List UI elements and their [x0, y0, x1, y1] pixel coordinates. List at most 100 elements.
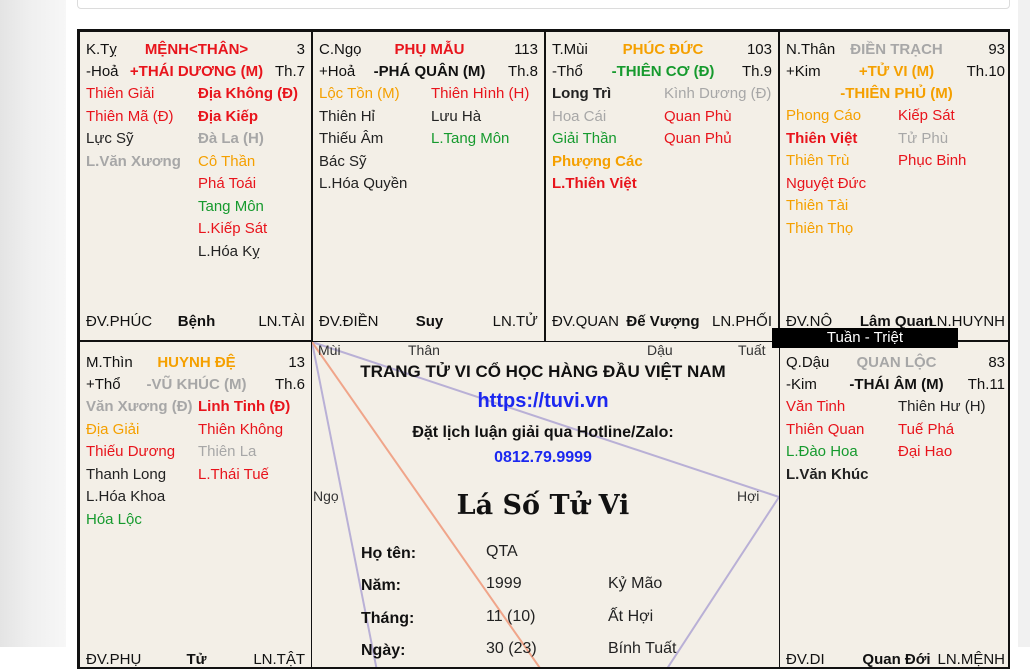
star-item: Quan Phù	[664, 107, 732, 125]
star-item: Long Trì	[552, 85, 612, 102]
star-item: Hoa Cái	[552, 107, 607, 125]
star-item: Phá Toái	[198, 175, 257, 192]
palace-number: 113	[514, 41, 538, 58]
star-item: L.Văn Khúc	[786, 465, 869, 483]
star-item: L.Thiên Việt	[552, 175, 637, 192]
tu-vi-chart: Mùi Thân Dậu Tuất Ngọ Hợi TRANG TỬ VI CỔ…	[77, 29, 1010, 669]
star-item: Địa Không (Đ)	[198, 85, 298, 102]
star-item: Đại Hao	[898, 443, 953, 460]
field-label: Năm:	[361, 577, 402, 594]
star-item: L.Kiếp Sát	[198, 220, 268, 237]
palace-name: ĐIỀN TRẠCH	[850, 41, 943, 58]
star-item: Thiên Trù	[786, 152, 850, 169]
star-item: Kiếp Sát	[898, 107, 955, 124]
luu-nien-label: LN.TỬ	[492, 313, 538, 330]
star-item: Tang Môn	[198, 197, 264, 215]
luu-nien-label: LN.TẬT	[253, 651, 305, 668]
star-item: Lực Sỹ	[86, 130, 134, 147]
star-item: Lộc Tồn (M)	[319, 85, 400, 102]
star-item: Văn Tinh	[786, 398, 846, 415]
palace-name: MỆNH<THÂN>	[144, 41, 249, 58]
palace-number: 103	[746, 41, 772, 58]
site-title: TRANG TỬ VI CỔ HỌC HÀNG ĐẦU VIỆT NAM	[360, 362, 726, 381]
star-item: Nguyệt Đức	[786, 174, 867, 192]
page-background-right	[1018, 0, 1030, 647]
chart-center: Mùi Thân Dậu Tuất Ngọ Hợi TRANG TỬ VI CỔ…	[310, 340, 776, 667]
field-label: Ngày:	[361, 642, 406, 659]
tuan-triet-badge: Tuần - Triệt	[772, 328, 958, 348]
field-label: Họ tên:	[361, 545, 417, 562]
star-item: Phượng Các	[552, 152, 643, 170]
star-item: Tử Phù	[898, 129, 949, 147]
th-label: Th.7	[274, 63, 305, 80]
th-label: Th.9	[741, 63, 772, 80]
star-item: L.Tang Môn	[431, 130, 510, 147]
direction-label: Tuất	[738, 342, 766, 358]
chart-heading: Lá Số Tử Vi	[456, 490, 630, 521]
star-item: Quan Phủ	[664, 130, 732, 147]
star-item: Phong Cáo	[786, 107, 862, 124]
palace-name: HUYNH ĐỆ	[157, 354, 236, 371]
palace-cell-ty[interactable]: K.Tỵ MỆNH<THÂN> 3 -Hoả +THÁI DƯƠNG (M) Th.7 Th…	[79, 31, 312, 342]
page-background-left	[0, 0, 66, 647]
star-item: Thiên Không	[198, 420, 284, 438]
star-item: L.Hóa Khoa	[86, 488, 166, 505]
star-item: Thiếu Âm	[319, 130, 384, 147]
star-item: Thanh Long	[86, 465, 167, 483]
star-item: Cô Thần	[198, 152, 256, 170]
top-panel	[77, 0, 1010, 9]
star-item: Tuế Phá	[898, 420, 955, 438]
star-item: Đà La (H)	[198, 130, 264, 147]
direction-label: Thân	[408, 342, 440, 358]
palace-number: 83	[988, 354, 1005, 371]
star-item: L.Thái Tuế	[198, 465, 269, 483]
field-value: 1999	[486, 575, 522, 592]
star-item: Lưu Hà	[431, 107, 482, 125]
star-item: Thiếu Dương	[86, 443, 176, 460]
site-url-link[interactable]: https://tuvi.vn	[310, 390, 776, 413]
palace-cell-thin[interactable]: M.Thìn HUYNH ĐỆ 13 +Thổ -VŨ KHÚC (M) Th.6 Văn …	[79, 340, 312, 668]
field-value: QTA	[486, 543, 518, 560]
star-item: L.Hóa Quyền	[319, 175, 408, 192]
luu-nien-label: LN.TÀI	[258, 313, 305, 330]
palace-number: 13	[288, 354, 305, 371]
th-label: Th.8	[507, 63, 538, 80]
star-item: Thiên Hình (H)	[431, 85, 530, 102]
main-star-secondary: -THIÊN PHỦ (M)	[840, 85, 953, 102]
star-item: Thiên Hỉ	[319, 107, 375, 125]
star-item: Địa Giải	[86, 420, 140, 438]
star-item: Thiên La	[198, 443, 257, 460]
th-label: Th.11	[967, 376, 1005, 393]
field-extra: Kỷ Mão	[608, 575, 663, 592]
field-label: Tháng:	[361, 610, 415, 627]
th-label: Th.6	[274, 376, 305, 393]
booking-text: Đặt lịch luận giải qua Hotline/Zalo:	[412, 424, 674, 441]
palace-number: 3	[296, 41, 305, 58]
star-item: Phục Binh	[898, 152, 967, 169]
field-value: 11 (10)	[486, 608, 536, 625]
star-item: Thiên Thọ	[786, 219, 854, 237]
star-item: Thiên Giải	[86, 85, 155, 102]
palace-name: PHỤ MẪU	[394, 41, 465, 58]
star-item: Giải Thần	[552, 130, 617, 147]
palace-name: PHÚC ĐỨC	[622, 41, 704, 58]
palace-cell-mui[interactable]: T.Mùi PHÚC ĐỨC 103 -Thổ -THIÊN CƠ (Đ) Th.9 Lon…	[545, 31, 779, 342]
star-item: Thiên Việt	[786, 129, 858, 147]
palace-cell-than[interactable]: N.Thân ĐIỀN TRẠCH 93 +Kim +TỬ VI (M) Th.10 -TH…	[779, 31, 1008, 342]
palace-number: 93	[988, 41, 1005, 58]
star-item: Bác Sỹ	[319, 152, 367, 170]
star-item: Linh Tinh (Đ)	[198, 398, 291, 415]
star-item: Thiên Quan	[786, 420, 865, 438]
star-item: L.Đào Hoa	[786, 443, 858, 460]
palace-name: QUAN LỘC	[856, 354, 937, 371]
luu-nien-label: LN.PHỐI	[711, 313, 772, 330]
star-item: Thiên Hư (H)	[898, 398, 986, 415]
hotline-phone[interactable]: 0812.79.9999	[310, 449, 776, 467]
field-extra: Ất Hợi	[608, 608, 654, 625]
field-value: 30 (23)	[486, 640, 537, 657]
th-label: Th.10	[966, 63, 1005, 80]
star-item: Thiên Tài	[786, 197, 849, 214]
star-item: Thiên Mã (Đ)	[86, 107, 174, 125]
palace-cell-ngo[interactable]: C.Ngọ PHỤ MẪU 113 +Hoả -PHÁ QUÂN (M) Th.8 Lộc …	[312, 31, 545, 342]
palace-cell-dau[interactable]: Q.Dậu QUAN LỘC 83 -Kim -THÁI ÂM (M) Th.11 Văn …	[779, 340, 1008, 667]
